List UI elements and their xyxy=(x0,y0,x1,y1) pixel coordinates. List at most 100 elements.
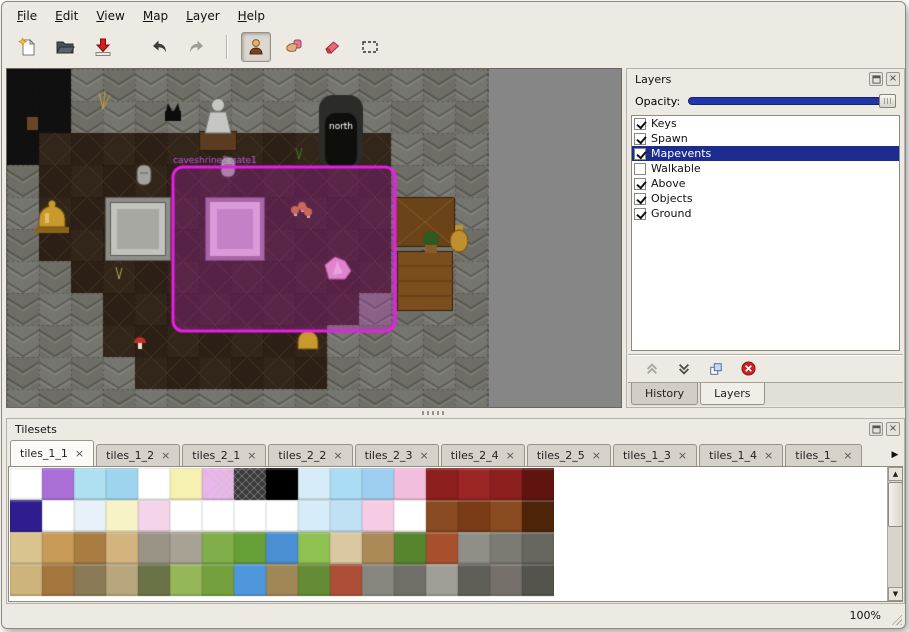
tileset-tab-tiles_1_2[interactable]: tiles_1_2 × xyxy=(96,444,180,466)
map-viewport[interactable] xyxy=(6,68,622,408)
open-folder-icon xyxy=(55,37,75,57)
selection-rect-icon xyxy=(360,37,380,57)
undo-button[interactable] xyxy=(144,32,174,62)
tileset-tab-tiles_2_4[interactable]: tiles_2_4× xyxy=(441,444,525,466)
tab-close-icon[interactable]: × xyxy=(678,449,687,462)
tab-close-icon[interactable]: × xyxy=(506,449,515,462)
tileset-tab-bar: tiles_1_1×tiles_1_2×tiles_2_1×tiles_2_2×… xyxy=(8,439,903,466)
layer-checkbox-keys[interactable] xyxy=(634,118,646,130)
tileset-tab-tiles_2_2[interactable]: tiles_2_2× xyxy=(268,444,352,466)
tab-close-icon[interactable]: × xyxy=(592,449,601,462)
tab-close-icon[interactable]: × xyxy=(247,449,256,462)
tab-close-icon[interactable]: × xyxy=(75,447,84,460)
menu-bar: FileEditViewMapLayerHelp xyxy=(2,2,905,28)
map-canvas[interactable] xyxy=(7,69,489,407)
new-file-button[interactable] xyxy=(12,32,42,62)
layer-row-above[interactable]: Above xyxy=(632,176,899,191)
close-icon: × xyxy=(889,424,897,434)
tileset-tabs-strip: tiles_1_1×tiles_1_2×tiles_2_1×tiles_2_2×… xyxy=(10,440,887,466)
layer-row-objects[interactable]: Objects xyxy=(632,191,899,206)
new-file-icon xyxy=(17,37,37,57)
eraser-tool-button[interactable] xyxy=(317,32,347,62)
panel-float-button[interactable] xyxy=(869,72,883,86)
pane-splitter[interactable] xyxy=(2,408,905,418)
tileset-tab-tiles_1_4[interactable]: tiles_1_4× xyxy=(699,444,783,466)
app-window: FileEditViewMapLayerHelp xyxy=(1,1,906,629)
layer-checkbox-above[interactable] xyxy=(634,178,646,190)
tileset-tab-tiles_1_3[interactable]: tiles_1_3× xyxy=(613,444,697,466)
delete-layer-button[interactable] xyxy=(738,360,758,378)
layer-row-spawn[interactable]: Spawn xyxy=(632,131,899,146)
character-tool-button[interactable] xyxy=(241,32,271,62)
close-icon: × xyxy=(889,74,897,84)
opacity-slider-handle[interactable] xyxy=(879,94,896,108)
scrollbar-handle[interactable] xyxy=(888,482,903,527)
layer-list[interactable]: KeysSpawnMapeventsWalkableAboveObjectsGr… xyxy=(631,115,900,351)
save-import-icon xyxy=(93,37,113,57)
menu-layer[interactable]: Layer xyxy=(177,6,228,26)
delete-icon xyxy=(741,361,756,376)
tileset-tab-label: tiles_2_1 xyxy=(192,449,240,462)
opacity-label: Opacity: xyxy=(635,95,680,108)
tilesets-close-button[interactable]: × xyxy=(886,422,900,436)
layer-checkbox-objects[interactable] xyxy=(634,193,646,205)
layer-checkbox-spawn[interactable] xyxy=(634,133,646,145)
panel-tab-layers[interactable]: Layers xyxy=(700,383,764,405)
move-layer-up-button[interactable] xyxy=(642,360,662,378)
opacity-slider[interactable] xyxy=(688,93,896,109)
scroll-up-button[interactable]: ▲ xyxy=(888,467,903,481)
arrow-up-icon: ▲ xyxy=(893,470,898,478)
tab-scroll-right-button[interactable]: ▶ xyxy=(887,444,903,466)
layer-row-ground[interactable]: Ground xyxy=(632,206,899,221)
tab-close-icon[interactable]: × xyxy=(161,449,170,462)
tab-close-icon[interactable]: × xyxy=(843,449,852,462)
layers-panel-header: Layers × xyxy=(627,69,904,89)
tab-close-icon[interactable]: × xyxy=(764,449,773,462)
toolbar xyxy=(2,28,905,66)
float-icon xyxy=(872,425,881,434)
layer-row-walkable[interactable]: Walkable xyxy=(632,161,899,176)
tilesets-float-button[interactable] xyxy=(869,422,883,436)
paint-tool-button[interactable] xyxy=(279,32,309,62)
scroll-down-button[interactable]: ▼ xyxy=(888,587,903,601)
layer-row-keys[interactable]: Keys xyxy=(632,116,899,131)
save-button[interactable] xyxy=(88,32,118,62)
tileset-tab-tiles_2_3[interactable]: tiles_2_3× xyxy=(355,444,439,466)
layer-checkbox-ground[interactable] xyxy=(634,208,646,220)
menu-view[interactable]: View xyxy=(87,6,133,26)
move-layer-down-button[interactable] xyxy=(674,360,694,378)
tileset-tab-tiles_2_5[interactable]: tiles_2_5× xyxy=(527,444,611,466)
menu-help[interactable]: Help xyxy=(229,6,274,26)
tileset-scrollbar[interactable]: ▲ ▼ xyxy=(887,467,902,601)
layer-checkbox-walkable[interactable] xyxy=(634,163,646,175)
redo-button[interactable] xyxy=(182,32,212,62)
open-button[interactable] xyxy=(50,32,80,62)
tileset-tab-tiles_2_1[interactable]: tiles_2_1 × xyxy=(182,444,266,466)
tab-close-icon[interactable]: × xyxy=(419,449,428,462)
tilesets-panel: Tilesets × tiles_1_1×tiles_1_2×tiles_2_1… xyxy=(6,418,905,604)
opacity-row: Opacity: xyxy=(635,91,896,111)
tileset-tab-tiles_1_1[interactable]: tiles_1_1× xyxy=(10,440,94,466)
panel-tab-history[interactable]: History xyxy=(631,383,698,405)
menu-edit[interactable]: Edit xyxy=(46,6,87,26)
menu-map[interactable]: Map xyxy=(134,6,177,26)
tilesets-panel-header: Tilesets × xyxy=(7,419,904,439)
layer-row-mapevents[interactable]: Mapevents xyxy=(632,146,899,161)
layer-label: Keys xyxy=(651,117,677,130)
float-icon xyxy=(872,75,881,84)
layer-checkbox-mapevents[interactable] xyxy=(634,148,646,160)
layers-panel: Layers × Opacity: KeysSpawnMapeventsWalk… xyxy=(626,68,905,408)
splitter-grip-icon xyxy=(422,411,446,415)
redo-icon xyxy=(187,37,207,57)
tileset-tab-label: tiles_1_2 xyxy=(106,449,154,462)
tileset-body: ▲ ▼ xyxy=(8,466,903,602)
duplicate-layer-button[interactable] xyxy=(706,360,726,378)
panel-tab-bar: HistoryLayers xyxy=(628,382,903,406)
select-tool-button[interactable] xyxy=(355,32,385,62)
menu-file[interactable]: File xyxy=(8,6,46,26)
tileset-tab-tiles_1_[interactable]: tiles_1_× xyxy=(785,444,862,466)
panel-close-button[interactable]: × xyxy=(886,72,900,86)
tilesets-panel-title: Tilesets xyxy=(15,423,866,436)
tileset-canvas[interactable] xyxy=(10,468,554,602)
tab-close-icon[interactable]: × xyxy=(333,449,342,462)
